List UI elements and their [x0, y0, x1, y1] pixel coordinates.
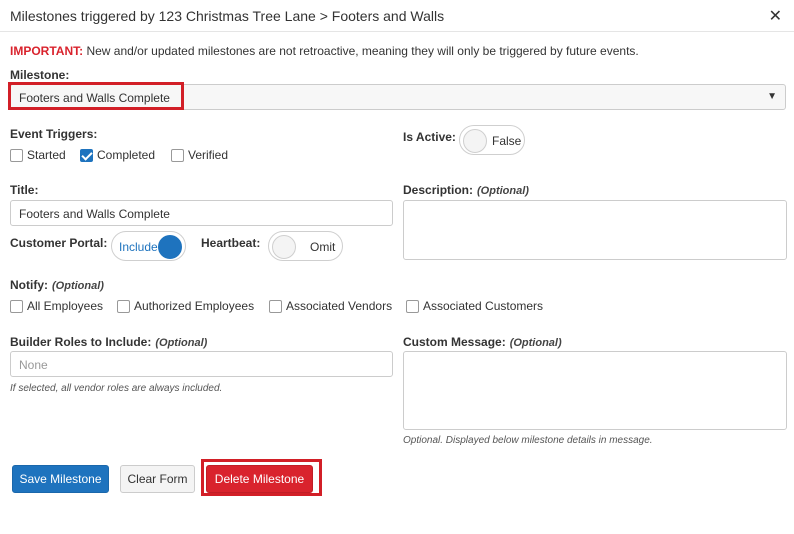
toggle-knob	[158, 235, 182, 259]
is-active-value: False	[492, 134, 522, 148]
checkbox-icon	[171, 148, 184, 162]
customer-portal-toggle[interactable]: Include	[111, 231, 186, 261]
title-label: Title:	[10, 183, 39, 197]
custom-message-textarea[interactable]	[403, 351, 787, 430]
notice-text: New and/or updated milestones are not re…	[83, 44, 639, 58]
save-milestone-button[interactable]: Save Milestone	[12, 465, 109, 493]
milestone-label: Milestone:	[10, 68, 70, 82]
description-label: Description: (Optional)	[403, 183, 529, 197]
important-notice: IMPORTANT: New and/or updated milestones…	[10, 44, 639, 58]
checkbox-icon	[10, 299, 23, 313]
description-optional: (Optional)	[477, 185, 529, 197]
close-icon[interactable]: ✕	[769, 6, 782, 26]
customer-portal-label: Customer Portal:	[10, 236, 108, 250]
toggle-knob	[272, 235, 296, 259]
title-input[interactable]: Footers and Walls Complete	[10, 200, 393, 226]
custom-message-help: Optional. Displayed below milestone deta…	[403, 435, 653, 446]
notify-authorized-employees-label: Authorized Employees	[134, 299, 255, 313]
is-active-toggle[interactable]: False	[459, 125, 525, 155]
chevron-down-icon: ▼	[767, 91, 777, 102]
heartbeat-label: Heartbeat:	[201, 236, 261, 250]
notify-associated-vendors-checkbox[interactable]: Associated Vendors	[269, 299, 392, 313]
clear-form-button[interactable]: Clear Form	[120, 465, 195, 493]
toggle-knob	[463, 129, 487, 153]
builder-roles-help: If selected, all vendor roles are always…	[10, 383, 223, 394]
is-active-label: Is Active:	[403, 130, 456, 144]
dialog-header: Milestones triggered by 123 Christmas Tr…	[0, 0, 794, 32]
customer-portal-value: Include	[119, 240, 158, 254]
title-value: Footers and Walls Complete	[19, 207, 170, 221]
builder-roles-placeholder: None	[19, 358, 48, 372]
trigger-verified-checkbox[interactable]: Verified	[171, 148, 228, 162]
builder-roles-label-text: Builder Roles to Include:	[10, 335, 152, 349]
checkbox-icon	[406, 299, 419, 313]
notify-associated-customers-label: Associated Customers	[423, 299, 544, 313]
milestone-highlight-box	[8, 82, 184, 110]
custom-message-label: Custom Message: (Optional)	[403, 335, 562, 349]
trigger-started-label: Started	[27, 148, 66, 162]
checkbox-icon	[10, 148, 23, 162]
trigger-completed-checkbox[interactable]: Completed	[80, 148, 155, 162]
heartbeat-value: Omit	[310, 240, 336, 254]
checkbox-icon	[269, 299, 282, 313]
description-label-text: Description:	[403, 183, 474, 197]
notify-optional: (Optional)	[52, 280, 104, 292]
custom-message-optional: (Optional)	[509, 337, 562, 349]
notify-label-text: Notify:	[10, 278, 48, 292]
delete-highlight-box	[201, 459, 322, 496]
trigger-started-checkbox[interactable]: Started	[10, 148, 66, 162]
notify-all-employees-label: All Employees	[27, 299, 104, 313]
dialog-title: Milestones triggered by 123 Christmas Tr…	[10, 8, 445, 24]
trigger-completed-label: Completed	[97, 148, 156, 162]
important-label: IMPORTANT:	[10, 44, 84, 58]
description-textarea[interactable]	[403, 200, 787, 260]
builder-roles-optional: (Optional)	[155, 337, 208, 349]
checkbox-checked-icon	[80, 148, 93, 162]
checkbox-icon	[117, 299, 130, 313]
notify-associated-vendors-label: Associated Vendors	[286, 299, 393, 313]
custom-message-label-text: Custom Message:	[403, 335, 506, 349]
builder-roles-label: Builder Roles to Include: (Optional)	[10, 335, 207, 349]
notify-label: Notify: (Optional)	[10, 278, 104, 292]
notify-associated-customers-checkbox[interactable]: Associated Customers	[406, 299, 543, 313]
trigger-verified-label: Verified	[188, 148, 229, 162]
heartbeat-toggle[interactable]: Omit	[268, 231, 343, 261]
notify-authorized-employees-checkbox[interactable]: Authorized Employees	[117, 299, 254, 313]
builder-roles-select[interactable]: None	[10, 351, 393, 377]
event-triggers-label: Event Triggers:	[10, 127, 98, 141]
notify-all-employees-checkbox[interactable]: All Employees	[10, 299, 103, 313]
